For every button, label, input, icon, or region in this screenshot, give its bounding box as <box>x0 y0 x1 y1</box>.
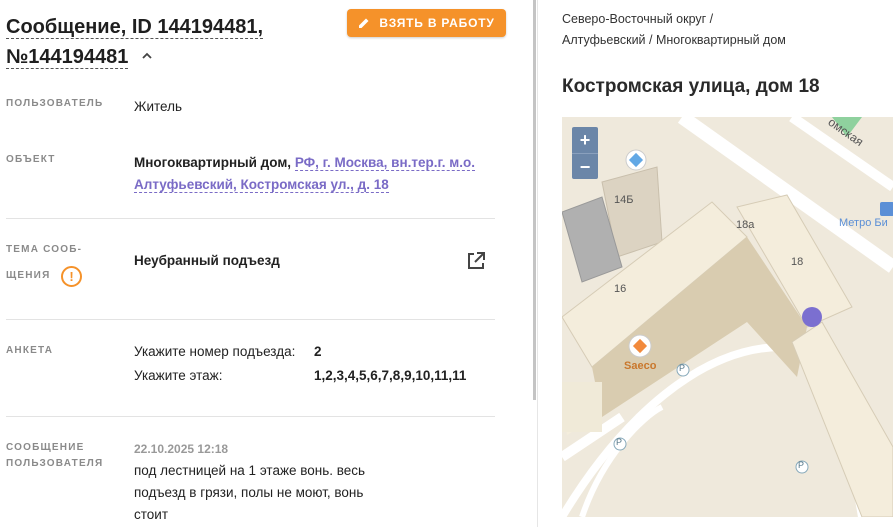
zoom-in-button[interactable]: + <box>572 127 598 153</box>
address-title: Костромская улица, дом 18 <box>562 76 820 97</box>
object-panel: Северо-Восточный округ / Алтуфьевский / … <box>538 0 893 527</box>
map[interactable]: + − омская 14Б 18а 18 16 Метро Би Saeco … <box>562 117 893 517</box>
metro-icon <box>880 202 893 216</box>
zoom-control: + − <box>572 127 598 179</box>
message-label: СООБЩЕНИЕ ПОЛЬЗОВАТЕЛЯ <box>6 440 103 472</box>
pencil-icon <box>359 18 369 28</box>
zoom-out-button[interactable]: − <box>572 153 598 179</box>
survey-label: АНКЕТА <box>6 345 54 356</box>
message-date: 22.10.2025 12:18 <box>134 442 229 456</box>
parking-label: P <box>798 460 805 470</box>
take-to-work-button[interactable]: ВЗЯТЬ В РАБОТУ <box>347 9 506 37</box>
scrollbar-thumb[interactable] <box>533 0 536 400</box>
topic-label-line2: ЩЕНИЯ <box>6 270 51 281</box>
divider <box>6 218 495 219</box>
topic-value: Неубранный подъезд <box>134 253 280 268</box>
warning-icon: ! <box>61 266 82 287</box>
survey-question-floor: Укажите этаж: <box>134 368 223 383</box>
map-canvas[interactable] <box>562 117 893 517</box>
title-text: Сообщение, ID 144194481, №144194481 <box>6 16 264 69</box>
chevron-up-icon[interactable] <box>142 51 152 61</box>
breadcrumb-line2[interactable]: Алтуфьевский / Многоквартирный дом <box>562 33 786 47</box>
building-marker-icon[interactable] <box>625 149 647 171</box>
object-address-link-1[interactable]: РФ, г. Москва, вн.тер.г. м.о. <box>294 155 475 171</box>
survey-question-entrance: Укажите номер подъезда: <box>134 344 296 359</box>
breadcrumb: Северо-Восточный округ / Алтуфьевский / … <box>562 9 882 51</box>
building-label-16: 16 <box>614 283 627 295</box>
parking-label: P <box>679 363 686 373</box>
location-marker-icon[interactable] <box>802 307 822 327</box>
user-label: ПОЛЬЗОВАТЕЛЬ <box>6 98 104 109</box>
object-type: Многоквартирный дом, <box>134 155 292 170</box>
survey-answer-floor: 1,2,3,4,5,6,7,8,9,10,11,11 <box>314 368 467 383</box>
building-label-18: 18 <box>791 256 804 268</box>
message-panel: Сообщение, ID 144194481, №144194481 ВЗЯТ… <box>0 0 530 527</box>
metro-label: Метро Би <box>839 217 888 229</box>
message-label-line1: СООБЩЕНИЕ <box>6 442 85 453</box>
message-text: под лестницей на 1 этаже вонь. весь подъ… <box>134 463 366 522</box>
divider <box>6 319 495 320</box>
pane-divider[interactable] <box>530 0 538 527</box>
building-label-18a: 18а <box>736 219 755 231</box>
survey-answer-entrance: 2 <box>314 344 322 359</box>
object-label: ОБЪЕКТ <box>6 154 56 165</box>
user-value: Житель <box>134 99 183 114</box>
poi-marker-icon[interactable] <box>628 334 652 358</box>
parking-label: P <box>616 437 623 447</box>
message-label-line2: ПОЛЬЗОВАТЕЛЯ <box>6 458 104 469</box>
object-value: Многоквартирный дом, РФ, г. Москва, вн.т… <box>134 152 494 196</box>
topic-label-line1: ТЕМА СООБ- <box>6 244 83 255</box>
page-title: Сообщение, ID 144194481, №144194481 <box>6 12 336 72</box>
object-address-link-2[interactable]: Алтуфьевский, Костромская ул., д. 18 <box>134 177 389 193</box>
poi-label: Saeco <box>624 360 657 372</box>
building-label-14b: 14Б <box>614 194 634 206</box>
take-to-work-label: ВЗЯТЬ В РАБОТУ <box>379 16 495 30</box>
breadcrumb-line1[interactable]: Северо-Восточный округ / <box>562 12 713 26</box>
external-link-icon[interactable] <box>466 251 486 271</box>
divider <box>6 416 495 417</box>
